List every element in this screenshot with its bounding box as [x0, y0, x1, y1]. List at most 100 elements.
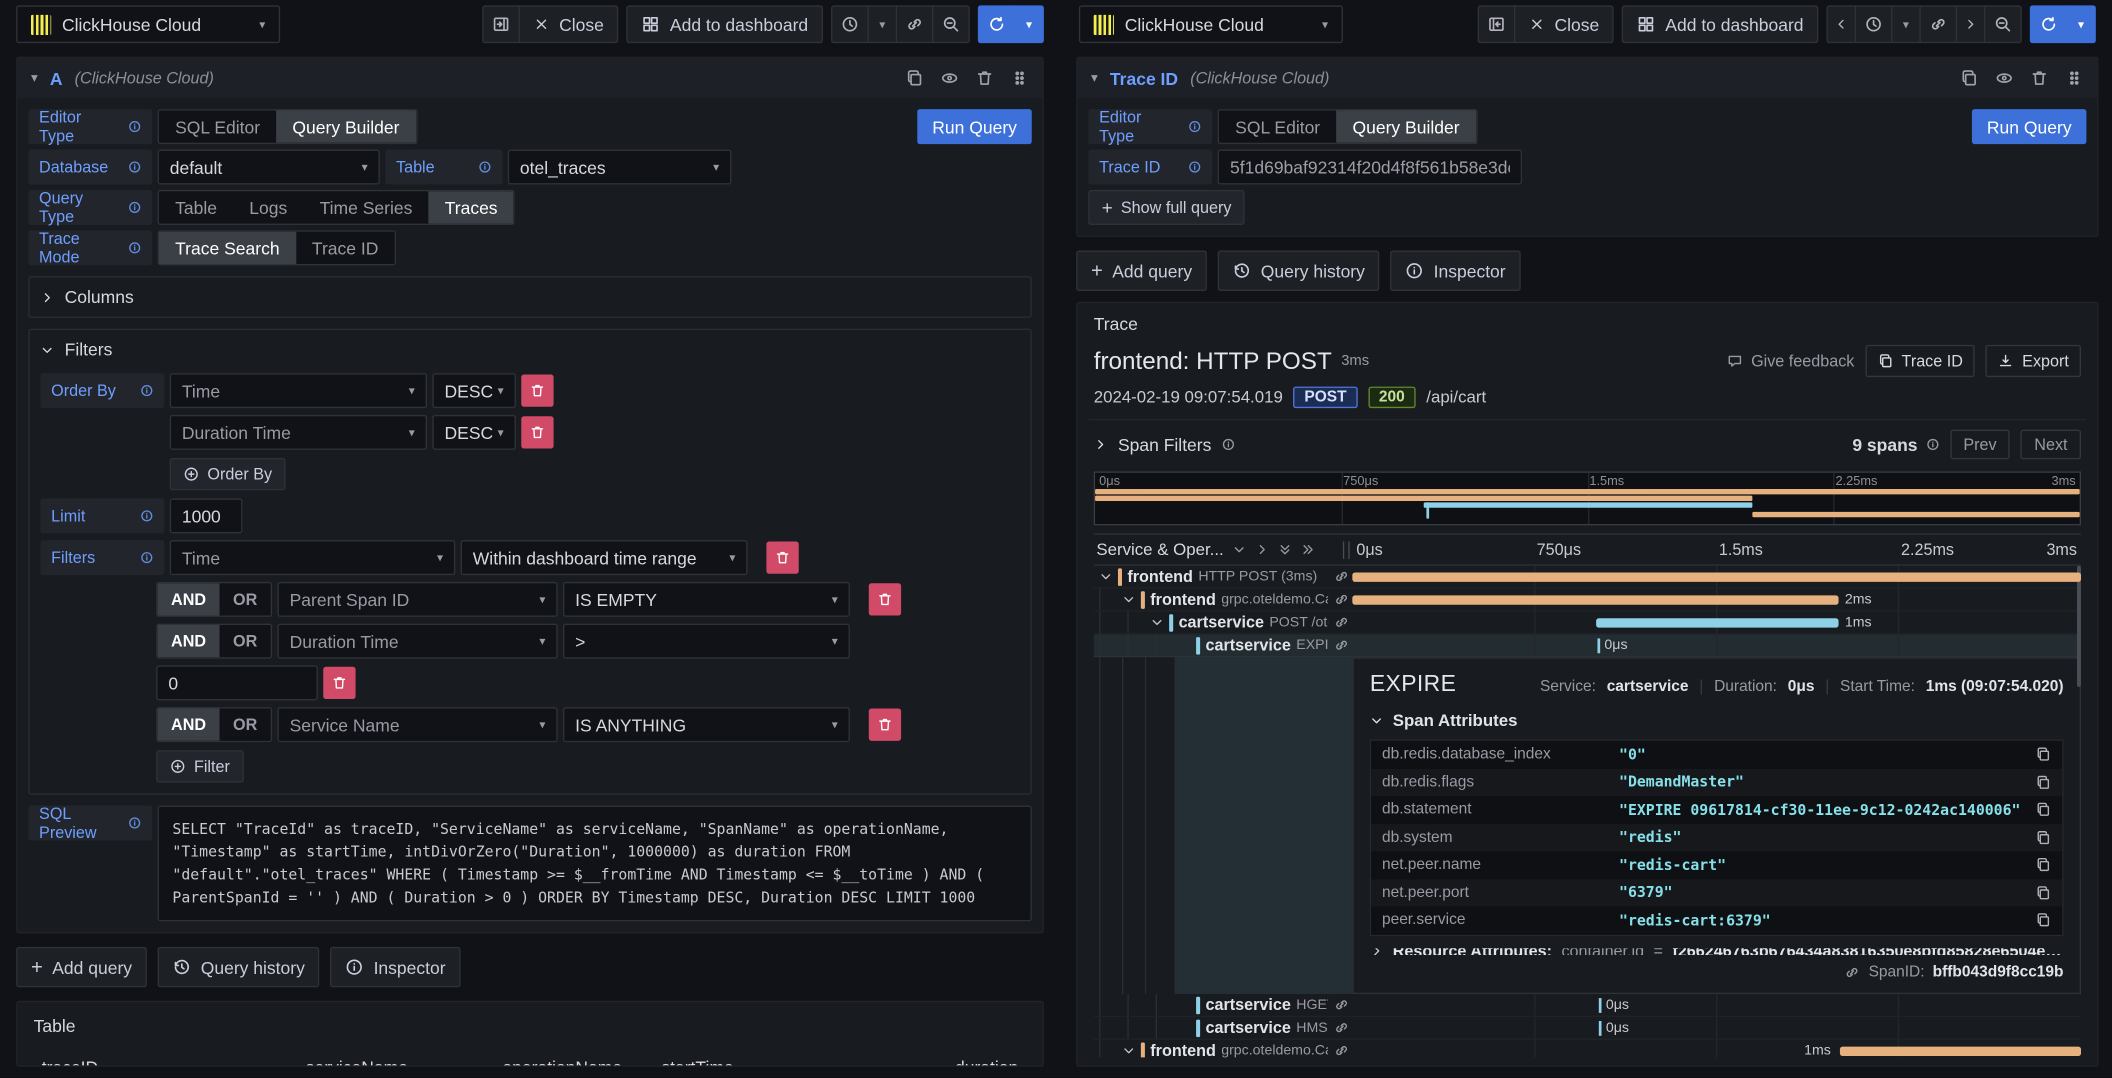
column-header-traceid[interactable]: traceID — [31, 1050, 295, 1067]
remove-filter-button[interactable] — [869, 708, 901, 740]
time-range-button[interactable] — [831, 5, 869, 43]
query-builder-option[interactable]: Query Builder — [1336, 110, 1475, 142]
copy-icon[interactable] — [2035, 829, 2051, 845]
span-row[interactable]: cartservice HGET (0μs) 0μs — [1094, 994, 2081, 1017]
or-option[interactable]: OR — [220, 625, 271, 657]
info-icon[interactable] — [128, 241, 141, 254]
order-by-field-select[interactable]: Duration Time▾ — [170, 415, 427, 450]
resource-attributes-toggle[interactable]: Resource Attributes: container.id = f266… — [1370, 948, 2064, 955]
copy-icon[interactable] — [2035, 747, 2051, 763]
column-resizer-handle[interactable] — [1343, 541, 1350, 559]
info-icon[interactable] — [128, 120, 141, 133]
trace-mode-traceid[interactable]: Trace ID — [296, 232, 395, 264]
trace-id-input[interactable] — [1218, 150, 1522, 185]
sql-editor-option[interactable]: SQL Editor — [1219, 110, 1336, 142]
filter-field-select[interactable]: Duration Time▾ — [277, 624, 557, 659]
copy-icon[interactable] — [2035, 802, 2051, 818]
link-icon[interactable] — [1333, 1043, 1349, 1058]
run-query-button[interactable]: Run Query — [917, 109, 1031, 144]
span-row[interactable]: frontend grpc.oteldemo.CartSer 1ms — [1094, 1040, 2081, 1058]
order-by-field-select[interactable]: Time▾ — [170, 373, 427, 408]
info-icon[interactable] — [1222, 438, 1235, 451]
query-type-traces[interactable]: Traces — [429, 191, 514, 223]
info-icon[interactable] — [140, 551, 153, 564]
add-order-by-button[interactable]: Order By — [170, 458, 286, 490]
close-pane-button[interactable]: Close — [1514, 5, 1614, 43]
run-query-button[interactable]: Run Query — [1972, 109, 2086, 144]
query-history-button[interactable]: Query history — [1218, 251, 1380, 291]
close-pane-button[interactable]: Close — [519, 5, 619, 43]
collapse-one-icon[interactable] — [1233, 543, 1246, 556]
database-select[interactable]: default▾ — [158, 150, 380, 185]
filter-value-input[interactable] — [156, 665, 318, 700]
add-filter-button[interactable]: Filter — [156, 750, 243, 782]
span-row[interactable]: frontend HTTP POST (3ms) — [1094, 566, 2081, 589]
info-icon[interactable] — [128, 201, 141, 214]
inspector-button[interactable]: Inspector — [330, 947, 460, 987]
table-select[interactable]: otel_traces▾ — [508, 150, 732, 185]
remove-order-by-button[interactable] — [521, 416, 553, 448]
time-shift-back-button[interactable] — [1826, 5, 1856, 43]
query-type-logs[interactable]: Logs — [233, 191, 303, 223]
info-icon[interactable] — [128, 816, 141, 829]
refresh-interval-caret[interactable]: ▾ — [2066, 5, 2096, 43]
span-row-selected[interactable]: cartservice EXPIRE (0μs 0μs — [1094, 634, 2081, 657]
duplicate-query-icon[interactable] — [1960, 69, 1979, 88]
column-header-starttime[interactable]: startTime — [651, 1050, 810, 1067]
span-row[interactable]: cartservice POST /oteldemo 1ms — [1094, 612, 2081, 635]
next-span-button[interactable]: Next — [2021, 430, 2081, 460]
span-filters-toggle[interactable]: Span Filters — [1094, 434, 1236, 454]
remove-order-by-button[interactable] — [521, 374, 553, 406]
duplicate-query-icon[interactable] — [905, 69, 924, 88]
info-icon[interactable] — [478, 160, 491, 173]
expand-one-icon[interactable] — [1256, 543, 1269, 556]
time-shift-forward-button[interactable] — [1956, 5, 1986, 43]
span-row[interactable]: frontend grpc.oteldemo.CartSer 2ms — [1094, 589, 2081, 612]
remove-query-icon[interactable] — [975, 69, 994, 88]
column-header-duration[interactable]: duration — [810, 1050, 1030, 1067]
column-header-operationname[interactable]: operationName — [492, 1050, 651, 1067]
chevron-down-icon[interactable] — [1099, 570, 1112, 583]
share-link-button[interactable] — [1919, 5, 1957, 43]
info-icon[interactable] — [1188, 160, 1201, 173]
link-icon[interactable] — [1844, 964, 1860, 980]
remove-filter-button[interactable] — [766, 541, 798, 573]
link-icon[interactable] — [1333, 637, 1349, 653]
trace-mode-search[interactable]: Trace Search — [159, 232, 296, 264]
info-icon[interactable] — [1926, 438, 1939, 451]
filter-field-select[interactable]: Service Name▾ — [277, 707, 557, 742]
info-icon[interactable] — [140, 384, 153, 397]
time-range-caret-button[interactable]: ▾ — [1891, 5, 1921, 43]
copy-icon[interactable] — [2035, 885, 2051, 901]
datasource-picker[interactable]: ClickHouse Cloud ▾ — [16, 5, 280, 43]
query-history-button[interactable]: Query history — [158, 947, 320, 987]
columns-section[interactable]: Columns — [28, 276, 1031, 318]
trace-minimap[interactable]: 0μs 750μs 1.5ms 2.25ms 3ms — [1094, 471, 2081, 525]
query-row-header[interactable]: ▾ Trace ID (ClickHouse Cloud) — [1078, 58, 2098, 98]
sql-editor-option[interactable]: SQL Editor — [159, 110, 276, 142]
remove-filter-button[interactable] — [869, 583, 901, 615]
info-icon[interactable] — [140, 509, 153, 522]
copy-icon[interactable] — [2035, 912, 2051, 928]
filters-section-header[interactable]: Filters — [40, 339, 1019, 359]
query-row-header[interactable]: ▾ A (ClickHouse Cloud) — [18, 58, 1043, 98]
filter-operator-select[interactable]: >▾ — [563, 624, 850, 659]
and-option[interactable]: AND — [158, 625, 220, 657]
chevron-down-icon[interactable] — [1150, 616, 1163, 629]
hide-query-icon[interactable] — [940, 69, 959, 88]
show-full-query-button[interactable]: +Show full query — [1088, 190, 1245, 225]
span-row[interactable]: cartservice HMSET (0μs 0μs — [1094, 1017, 2081, 1040]
link-icon[interactable] — [1333, 568, 1349, 584]
expand-all-icon[interactable] — [1302, 543, 1315, 556]
link-icon[interactable] — [1333, 614, 1349, 630]
drag-handle-icon[interactable] — [2065, 69, 2084, 88]
remove-query-icon[interactable] — [2030, 69, 2049, 88]
move-pane-button[interactable] — [1478, 5, 1516, 43]
share-link-button[interactable] — [896, 5, 934, 43]
add-to-dashboard-button[interactable]: Add to dashboard — [627, 5, 823, 43]
run-refresh-button[interactable] — [978, 5, 1016, 43]
add-query-button[interactable]: +Add query — [1076, 251, 1207, 291]
chevron-down-icon[interactable] — [1122, 1044, 1135, 1057]
zoom-out-button[interactable] — [932, 5, 970, 43]
time-range-caret-button[interactable]: ▾ — [867, 5, 897, 43]
